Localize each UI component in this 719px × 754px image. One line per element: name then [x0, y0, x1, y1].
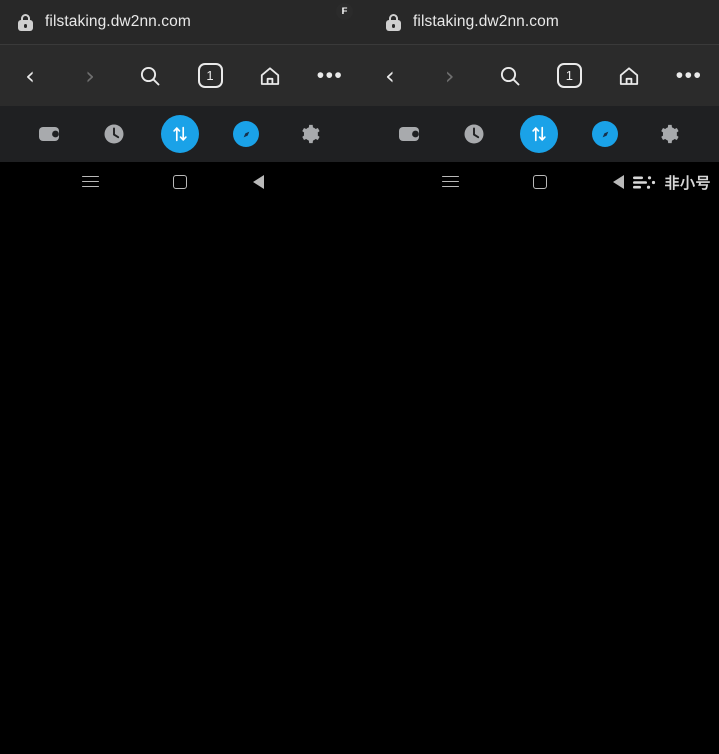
url-text: filstaking.dw2nn.com — [45, 13, 191, 30]
recents-button[interactable] — [436, 167, 466, 197]
dual-phone-screenshot: filstaking.dw2nn.com F Confirm Swap f 0.… — [0, 0, 719, 754]
url-text: filstaking.dw2nn.com — [413, 13, 559, 30]
app-dock — [360, 106, 719, 162]
avatar-badge: F — [336, 3, 353, 20]
settings-icon[interactable] — [293, 117, 327, 151]
right-phone-panel: filstaking.dw2nn.com ‹ › 1 ••• 非小号 — [360, 0, 719, 754]
browser-toolbar: ‹ › 1 ••• — [360, 44, 719, 106]
avatar[interactable]: F — [316, 3, 353, 39]
home-icon[interactable] — [250, 56, 290, 96]
swap-fab-icon[interactable] — [520, 115, 559, 153]
forward-button[interactable]: › — [430, 56, 470, 96]
avatar[interactable] — [693, 5, 719, 39]
watermark: 非小号 — [632, 172, 711, 193]
tab-count-button[interactable]: 1 — [549, 56, 589, 96]
swap-fab-icon[interactable] — [161, 115, 199, 153]
left-phone-panel: filstaking.dw2nn.com F Confirm Swap f 0.… — [0, 0, 360, 754]
search-icon[interactable] — [130, 56, 170, 96]
history-icon[interactable] — [457, 117, 491, 151]
back-button[interactable]: ‹ — [10, 56, 50, 96]
home-icon[interactable] — [609, 56, 649, 96]
lock-icon — [18, 13, 33, 31]
settings-icon[interactable] — [652, 117, 686, 151]
history-icon[interactable] — [97, 117, 131, 151]
back-button[interactable] — [253, 167, 284, 197]
more-options-button[interactable]: ••• — [310, 56, 350, 96]
app-dock — [0, 106, 360, 162]
back-button[interactable] — [612, 167, 644, 197]
tab-count-button[interactable]: 1 — [190, 56, 230, 96]
android-nav-bar: 非小号 — [360, 162, 719, 201]
home-button[interactable] — [525, 167, 555, 197]
lock-icon — [386, 13, 401, 31]
browser-url-bar[interactable]: filstaking.dw2nn.com — [360, 0, 719, 44]
discover-icon[interactable] — [588, 117, 622, 151]
android-nav-bar — [0, 162, 360, 201]
browser-url-bar[interactable]: filstaking.dw2nn.com F — [0, 0, 360, 44]
discover-icon[interactable] — [229, 117, 263, 151]
wallet-icon[interactable] — [33, 117, 67, 151]
watermark-text: 非小号 — [664, 175, 711, 192]
more-options-button[interactable]: ••• — [669, 56, 709, 96]
back-button[interactable]: ‹ — [370, 56, 410, 96]
wallet-icon[interactable] — [393, 117, 427, 151]
search-icon[interactable] — [490, 56, 530, 96]
forward-button[interactable]: › — [70, 56, 110, 96]
home-button[interactable] — [165, 167, 195, 197]
recents-button[interactable] — [76, 167, 106, 197]
browser-toolbar: ‹ › 1 ••• — [0, 44, 360, 106]
